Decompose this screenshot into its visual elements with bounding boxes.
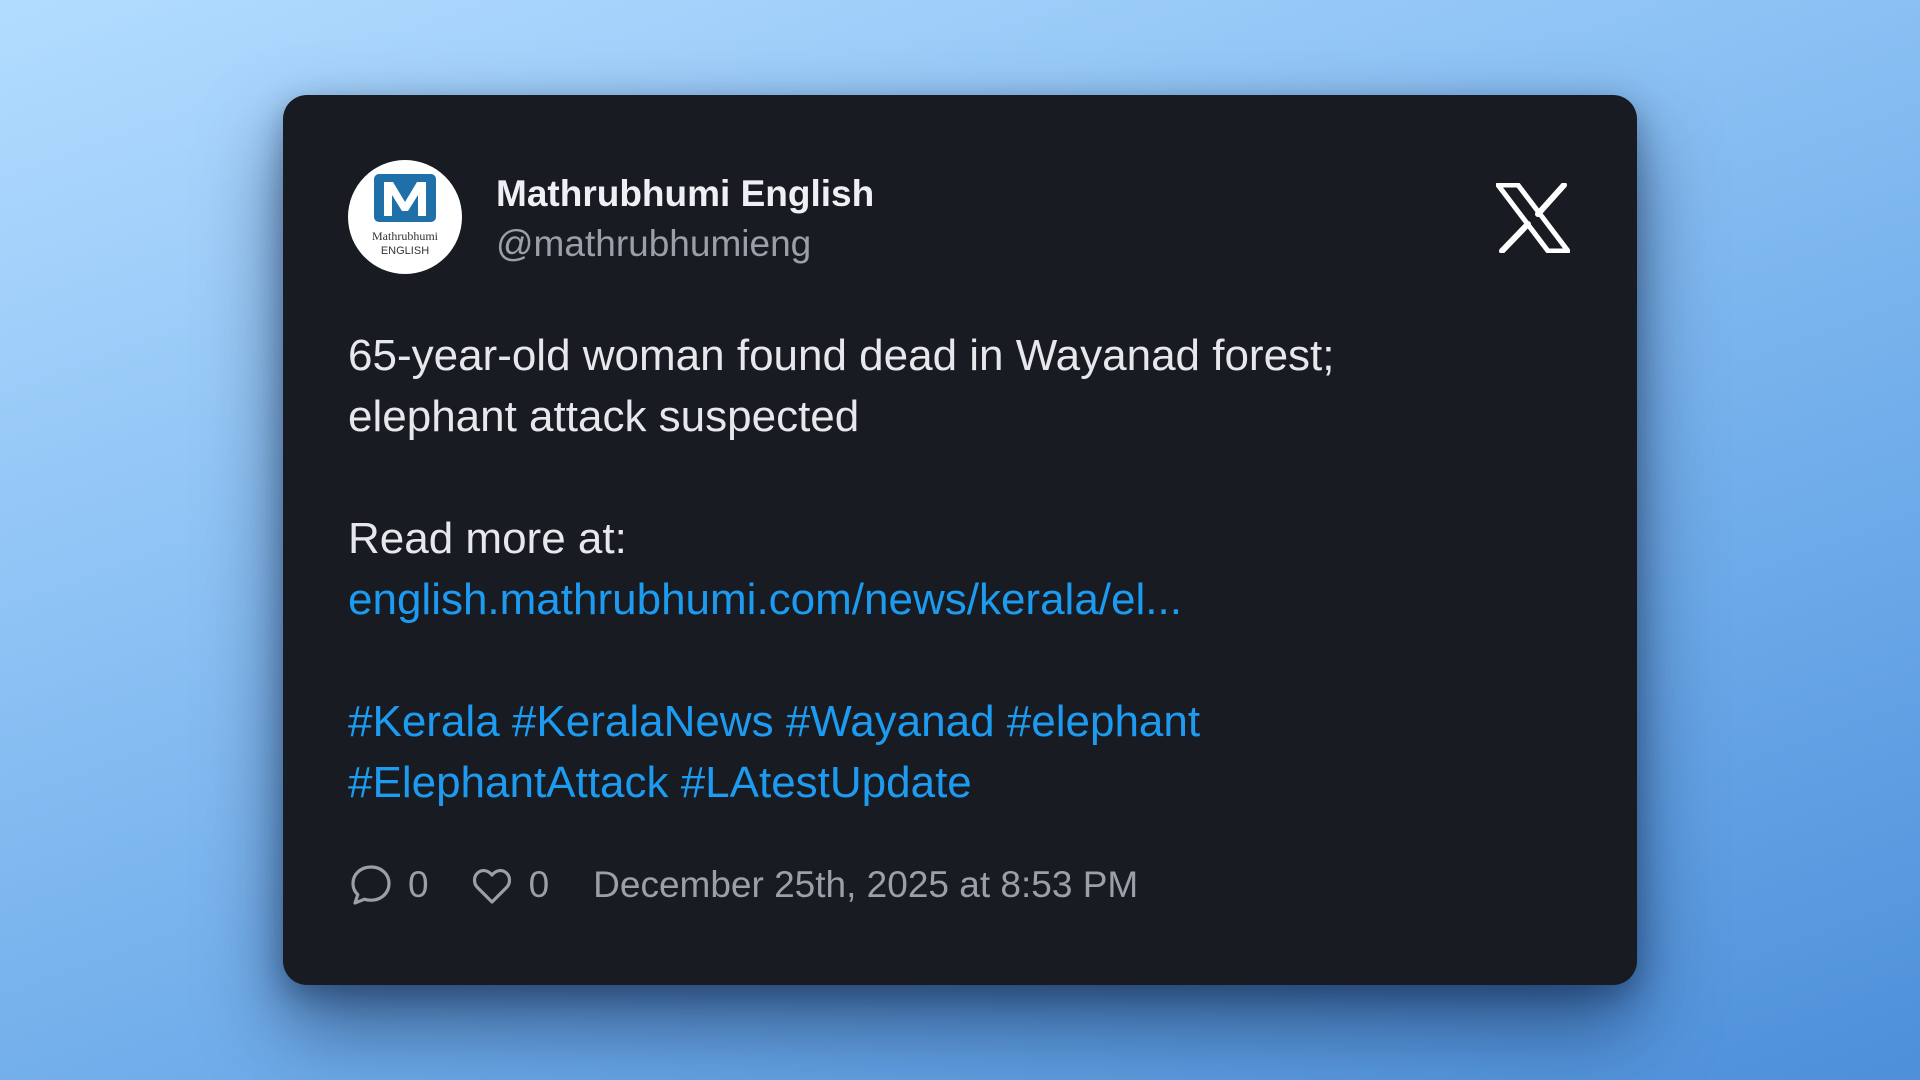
avatar-text-line-1: Mathrubhumi	[372, 229, 439, 243]
like-button[interactable]: 0	[469, 862, 550, 908]
comment-icon	[351, 865, 391, 905]
hashtag-latestupdate[interactable]: #LAtestUpdate	[681, 758, 972, 807]
author-name[interactable]: Mathrubhumi English	[496, 173, 874, 215]
like-count: 0	[528, 864, 550, 905]
hashtag-line: #ElephantAttack #LAtestUpdate	[348, 752, 1568, 813]
read-more-label: Read more at:	[348, 514, 627, 563]
tweet-timestamp[interactable]: December 25th, 2025 at 8:53 PM	[593, 864, 1138, 906]
tweet-text-line: 65-year-old woman found dead in Wayanad …	[348, 331, 1335, 380]
reply-count: 0	[408, 864, 429, 905]
mathrubhumi-logo-icon: Mathrubhumi ENGLISH	[372, 174, 439, 257]
reply-button[interactable]: 0	[348, 862, 429, 908]
hashtag-keralanews[interactable]: #KeralaNews	[512, 697, 774, 746]
tweet-body: 65-year-old woman found dead in Wayanad …	[348, 325, 1568, 813]
tweet-card[interactable]: Mathrubhumi ENGLISH Mathrubhumi English …	[283, 95, 1637, 985]
tweet-footer: 0 0 December 25th, 2025 at 8:53 PM	[348, 860, 1138, 910]
avatar-text-line-2: ENGLISH	[381, 245, 429, 257]
article-link[interactable]: english.mathrubhumi.com/news/kerala/el..…	[348, 569, 1568, 630]
x-logo-icon[interactable]	[1495, 182, 1571, 254]
author-handle[interactable]: @mathrubhumieng	[496, 223, 811, 265]
hashtag-wayanad[interactable]: #Wayanad	[786, 697, 995, 746]
hashtag-kerala[interactable]: #Kerala	[348, 697, 500, 746]
heart-icon	[472, 868, 511, 904]
tweet-text-line: elephant attack suspected	[348, 392, 860, 441]
author-avatar[interactable]: Mathrubhumi ENGLISH	[348, 160, 462, 274]
hashtag-elephantattack[interactable]: #ElephantAttack	[348, 758, 668, 807]
hashtag-line: #Kerala #KeralaNews #Wayanad #elephant	[348, 691, 1568, 752]
hashtag-elephant[interactable]: #elephant	[1007, 697, 1200, 746]
